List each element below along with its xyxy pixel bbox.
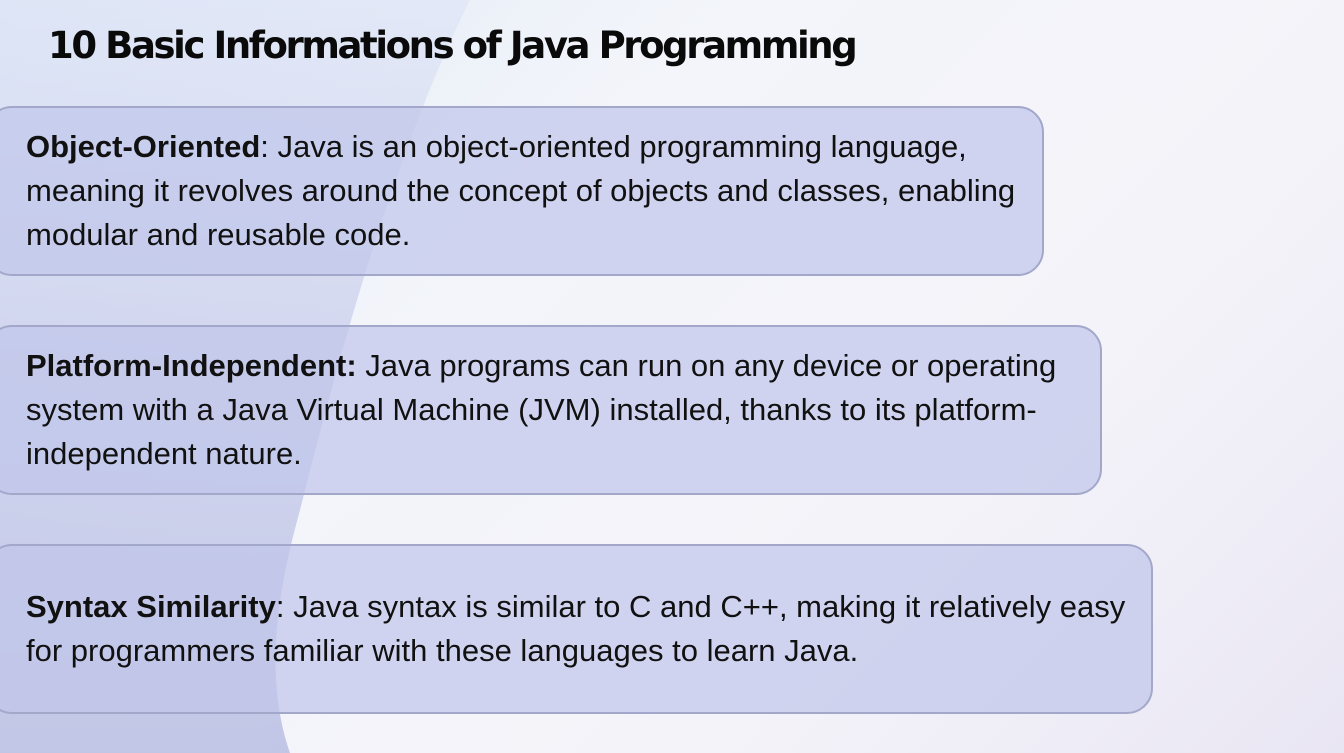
card-term: Syntax Similarity (26, 589, 276, 624)
info-card-platform-independent: Platform-Independent: Java programs can … (0, 325, 1102, 495)
card-term: Platform-Independent: (26, 348, 357, 383)
info-card-object-oriented: Object-Oriented: Java is an object-orien… (0, 106, 1044, 276)
card-term: Object-Oriented (26, 129, 261, 164)
card-text: Platform-Independent: Java programs can … (26, 344, 1084, 476)
info-card-syntax-similarity: Syntax Similarity: Java syntax is simila… (0, 544, 1153, 714)
card-separator: : (260, 129, 269, 164)
card-text: Object-Oriented: Java is an object-orien… (26, 125, 1026, 257)
slide-title: 10 Basic Informations of Java Programmin… (48, 24, 858, 67)
card-text: Syntax Similarity: Java syntax is simila… (26, 585, 1135, 673)
